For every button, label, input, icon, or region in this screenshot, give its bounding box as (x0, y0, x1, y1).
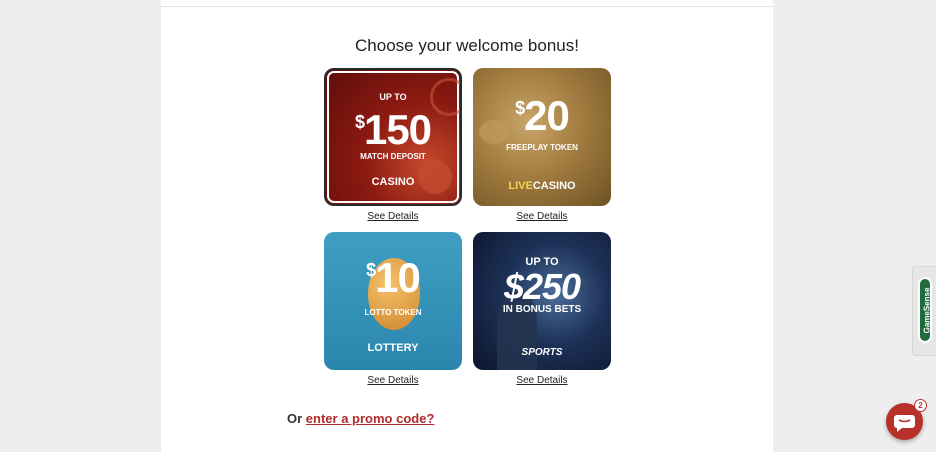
gamesense-tab[interactable]: GameSense (912, 266, 936, 356)
card-offer-label: IN BONUS BETS (502, 304, 582, 315)
chat-notification-badge: 2 (914, 399, 927, 412)
gamesense-label: GameSense (922, 287, 932, 334)
promo-prefix: Or (287, 411, 303, 426)
see-details-link-lottery[interactable]: See Details (324, 375, 462, 386)
card-offer-label: LOTTO TOKEN (364, 308, 422, 317)
divider (161, 6, 773, 7)
card-amount: $250 (503, 266, 581, 307)
see-details-link-sports[interactable]: See Details (473, 375, 611, 386)
card-product-label: LIVECASINO (508, 180, 576, 192)
card-product-label: SPORTS (521, 347, 563, 358)
card-top-label: UP TO (379, 92, 407, 102)
card-amount: $10 (366, 254, 421, 301)
bonus-card-live-casino[interactable]: $20 FREEPLAY TOKEN LIVECASINO (473, 68, 611, 206)
card-amount: $150 (354, 106, 432, 153)
promo-code-row: Or enter a promo code? (287, 411, 434, 426)
card-offer-label: FREEPLAY TOKEN (506, 143, 578, 152)
card-product-label: CASINO (371, 176, 415, 188)
card-offer-label: MATCH DEPOSIT (360, 152, 426, 161)
see-details-link-casino[interactable]: See Details (324, 211, 462, 222)
card-product-label: LOTTERY (367, 342, 419, 354)
promo-code-link[interactable]: enter a promo code? (306, 411, 435, 426)
bonus-card-lottery[interactable]: $10 LOTTO TOKEN LOTTERY (324, 232, 462, 370)
main-panel: Choose your welcome bonus! UP TO $150 MA… (161, 0, 773, 452)
see-details-link-live-casino[interactable]: See Details (473, 211, 611, 222)
page-title: Choose your welcome bonus! (355, 36, 579, 55)
bonus-card-sports[interactable]: UP TO $250 IN BONUS BETS SPORTS (473, 232, 611, 370)
bonus-card-casino[interactable]: UP TO $150 MATCH DEPOSIT CASINO (324, 68, 462, 206)
gamesense-logo: GameSense (918, 277, 932, 343)
card-amount: $20 (515, 92, 570, 139)
